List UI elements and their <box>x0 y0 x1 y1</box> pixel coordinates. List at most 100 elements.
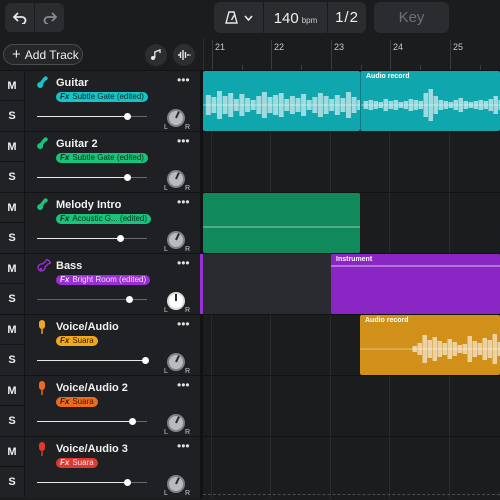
pan-knob[interactable] <box>167 231 185 249</box>
audio-clip[interactable] <box>203 193 360 253</box>
track-header[interactable]: Voice/Audio ••• Fx Suara L R <box>25 315 200 376</box>
volume-fill <box>37 238 120 239</box>
track-lane[interactable]: Instrument <box>203 254 500 315</box>
microphone-icon <box>37 381 49 395</box>
volume-handle[interactable] <box>124 479 132 486</box>
volume-slider[interactable] <box>37 296 147 303</box>
track-lane[interactable]: Audio record <box>203 71 500 132</box>
track-header[interactable]: Guitar 2 ••• Fx Subtle Gate (edited) L R <box>25 132 200 193</box>
more-options-icon[interactable]: ••• <box>177 256 190 270</box>
solo-button[interactable]: S <box>0 345 25 375</box>
volume-handle[interactable] <box>124 174 132 181</box>
track-header[interactable]: Voice/Audio 2 ••• Fx Suara L R <box>25 376 200 437</box>
fx-chip[interactable]: Fx Subtle Gate (edited) <box>56 153 148 163</box>
track-header[interactable]: Melody Intro ••• Fx Acoustic G... (edited… <box>25 193 200 254</box>
audio-clip[interactable]: Instrument <box>331 254 500 314</box>
volume-handle[interactable] <box>124 113 132 120</box>
audio-clip[interactable]: Audio record <box>360 315 500 375</box>
volume-slider[interactable] <box>37 479 147 486</box>
solo-button[interactable]: S <box>0 101 25 131</box>
key-button[interactable]: Key <box>374 2 449 33</box>
top-toolbar: 140 bpm 1/2 Key <box>0 0 500 38</box>
fx-chip[interactable]: Fx Subtle Gate (edited) <box>56 92 148 102</box>
volume-fill <box>37 177 128 178</box>
grid-line <box>330 132 331 193</box>
more-options-icon[interactable]: ••• <box>177 439 190 453</box>
volume-handle[interactable] <box>116 235 124 242</box>
redo-button[interactable] <box>35 3 64 32</box>
mute-button[interactable]: M <box>0 315 25 345</box>
pan-right-label: R <box>185 307 191 314</box>
fx-chip[interactable]: Fx Suara <box>56 458 98 468</box>
mute-button[interactable]: M <box>0 193 25 223</box>
track-row: M S Voice/Audio ••• Fx Suara L R Audio re… <box>0 314 500 376</box>
track-lane[interactable]: Audio record <box>203 315 500 376</box>
timeline-ruler[interactable]: 21 22 23 24 25 <box>203 38 500 70</box>
track-name[interactable]: Voice/Audio 3 <box>56 443 128 455</box>
track-header[interactable]: Guitar ••• Fx Subtle Gate (edited) L R <box>25 71 200 132</box>
grid-line <box>330 376 331 437</box>
solo-button[interactable]: S <box>0 406 25 436</box>
pan-knob[interactable] <box>167 109 185 127</box>
volume-slider[interactable] <box>37 357 149 364</box>
more-options-icon[interactable]: ••• <box>177 378 190 392</box>
note-tool-button[interactable] <box>145 44 167 66</box>
fx-preset-name: Suara <box>72 397 94 406</box>
volume-slider[interactable] <box>37 174 147 181</box>
volume-handle[interactable] <box>141 357 149 364</box>
mute-button[interactable]: M <box>0 71 25 101</box>
volume-handle[interactable] <box>128 418 136 425</box>
pan-knob[interactable] <box>167 414 185 432</box>
track-lane[interactable] <box>203 193 500 254</box>
mute-button[interactable]: M <box>0 254 25 284</box>
waveform-tool-button[interactable] <box>173 44 195 66</box>
solo-button[interactable]: S <box>0 284 25 314</box>
bar-number: 22 <box>274 42 285 52</box>
time-signature[interactable]: 1/2 <box>328 2 366 33</box>
track-row: M S Guitar ••• Fx Subtle Gate (edited) L … <box>0 70 500 132</box>
audio-clip[interactable]: Audio record <box>360 71 500 131</box>
volume-handle[interactable] <box>126 296 134 303</box>
mute-button[interactable]: M <box>0 437 25 467</box>
bar-tick <box>212 40 213 70</box>
fx-chip[interactable]: Fx Bright Room (edited) <box>56 275 151 285</box>
tempo-display[interactable]: 140 bpm <box>264 2 328 33</box>
volume-slider[interactable] <box>37 113 147 120</box>
waveform <box>203 226 360 228</box>
track-lane[interactable] <box>203 376 500 437</box>
more-options-icon[interactable]: ••• <box>177 195 190 209</box>
fx-chip[interactable]: Fx Acoustic G... (edited) <box>56 214 152 224</box>
solo-button[interactable]: S <box>0 467 25 497</box>
fx-chip[interactable]: Fx Suara <box>56 397 98 407</box>
mute-button[interactable]: M <box>0 132 25 162</box>
undo-button[interactable] <box>5 3 34 32</box>
track-name[interactable]: Melody Intro <box>56 199 121 211</box>
pan-knob[interactable] <box>167 292 185 310</box>
track-header[interactable]: Voice/Audio 3 ••• Fx Suara L R <box>25 437 200 498</box>
pan-knob[interactable] <box>167 170 185 188</box>
metronome-button[interactable] <box>214 2 264 33</box>
add-track-label: Add Track <box>24 47 79 62</box>
mute-button[interactable]: M <box>0 376 25 406</box>
more-options-icon[interactable]: ••• <box>177 73 190 87</box>
pan-knob[interactable] <box>167 475 185 493</box>
track-header[interactable]: Bass ••• Fx Bright Room (edited) L R <box>25 254 200 315</box>
track-lane[interactable] <box>203 437 500 498</box>
add-track-button[interactable]: + Add Track <box>3 44 83 65</box>
volume-slider[interactable] <box>37 235 147 242</box>
track-name[interactable]: Voice/Audio 2 <box>56 382 128 394</box>
more-options-icon[interactable]: ••• <box>177 134 190 148</box>
grid-line <box>389 376 390 437</box>
solo-button[interactable]: S <box>0 223 25 253</box>
track-lane[interactable] <box>203 132 500 193</box>
fx-chip[interactable]: Fx Suara <box>56 336 98 346</box>
volume-slider[interactable] <box>37 418 147 425</box>
more-options-icon[interactable]: ••• <box>177 317 190 331</box>
pan-knob[interactable] <box>167 353 185 371</box>
track-name[interactable]: Bass <box>56 260 82 272</box>
solo-button[interactable]: S <box>0 162 25 192</box>
track-name[interactable]: Voice/Audio <box>56 321 119 333</box>
track-name[interactable]: Guitar 2 <box>56 138 98 150</box>
audio-clip[interactable] <box>203 71 360 131</box>
track-name[interactable]: Guitar <box>56 77 88 89</box>
